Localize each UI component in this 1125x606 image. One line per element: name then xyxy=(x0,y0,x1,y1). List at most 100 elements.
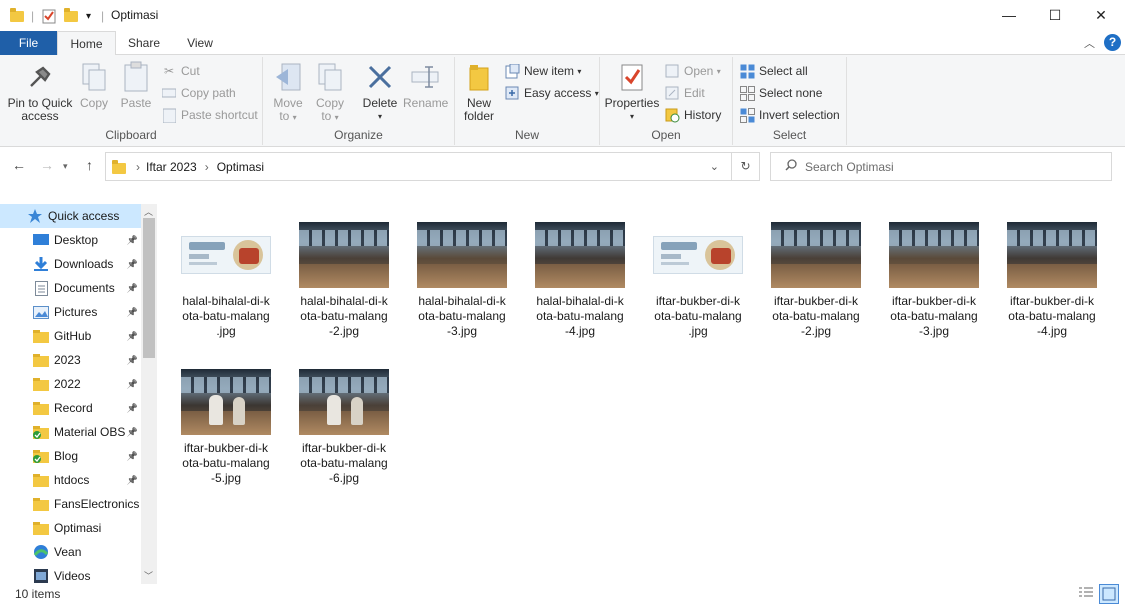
file-name: iftar-bukber-di-k ota-batu-malang .jpg xyxy=(647,294,749,339)
download-icon xyxy=(33,256,49,272)
navigation-bar: ← → ▾ ↑ › Iftar 2023 › Optimasi ⌄ ↻ Sear… xyxy=(0,147,1125,187)
file-item[interactable]: iftar-bukber-di-k ota-batu-malang .jpg xyxy=(647,222,749,339)
history-icon xyxy=(664,107,680,123)
image-thumbnail xyxy=(299,369,389,435)
tab-share[interactable]: Share xyxy=(120,31,168,55)
history-button[interactable]: History xyxy=(664,105,721,125)
file-item[interactable]: iftar-bukber-di-k ota-batu-malang -4.jpg xyxy=(1001,222,1103,339)
file-item[interactable]: iftar-bukber-di-k ota-batu-malang -2.jpg xyxy=(765,222,867,339)
collapse-ribbon-icon[interactable]: ︿ xyxy=(1084,35,1095,51)
sidebar-item-optimasi[interactable]: Optimasi xyxy=(0,516,141,540)
rename-button[interactable]: Rename xyxy=(403,61,448,110)
sidebar-item-downloads[interactable]: Downloads 📌 xyxy=(0,252,141,276)
select-all-icon xyxy=(739,63,755,79)
tab-view[interactable]: View xyxy=(176,31,224,55)
image-thumbnail xyxy=(653,222,743,288)
invert-selection-button[interactable]: Invert selection xyxy=(739,105,840,125)
breadcrumb-item[interactable]: Iftar 2023 xyxy=(146,160,197,174)
forward-arrow-icon[interactable]: → xyxy=(40,157,54,173)
file-name-line: iftar-bukber-di-k xyxy=(183,441,269,455)
open-button[interactable]: Open ▾ xyxy=(664,61,721,81)
file-item[interactable]: iftar-bukber-di-k ota-batu-malang -6.jpg xyxy=(293,369,395,486)
paste-shortcut-button[interactable]: Paste shortcut xyxy=(161,105,258,125)
folder-icon xyxy=(33,376,49,392)
properties-quick-icon[interactable] xyxy=(41,7,57,25)
up-arrow-icon[interactable]: ↑ xyxy=(86,157,93,173)
address-bar[interactable]: › Iftar 2023 › Optimasi ⌄ ↻ xyxy=(105,152,760,181)
large-icons-view-icon[interactable] xyxy=(1099,584,1119,604)
sidebar-item-desktop[interactable]: Desktop 📌 xyxy=(0,228,141,252)
edit-button[interactable]: Edit xyxy=(664,83,705,103)
sidebar-item-2023[interactable]: 2023 📌 xyxy=(0,348,141,372)
sidebar-item-blog[interactable]: Blog 📌 xyxy=(0,444,141,468)
customize-quick-access-icon[interactable]: ▾ xyxy=(86,7,91,25)
new-folder-quick-icon[interactable] xyxy=(64,7,78,25)
properties-button[interactable]: Properties ▾ xyxy=(604,61,660,123)
navigation-pane-scrollbar[interactable]: ︿ ﹀ xyxy=(141,204,157,584)
back-arrow-icon[interactable]: ← xyxy=(12,157,26,173)
scroll-down-icon[interactable]: ﹀ xyxy=(144,569,153,582)
delete-button[interactable]: Delete ▾ xyxy=(360,61,400,123)
select-none-button[interactable]: Select none xyxy=(739,83,822,103)
file-item[interactable]: halal-bihalal-di-k ota-batu-malang .jpg xyxy=(175,222,277,339)
help-icon[interactable]: ? xyxy=(1104,34,1121,51)
file-item[interactable]: halal-bihalal-di-k ota-batu-malang -2.jpg xyxy=(293,222,395,339)
file-item[interactable]: halal-bihalal-di-k ota-batu-malang -4.jpg xyxy=(529,222,631,339)
scrollbar-thumb[interactable] xyxy=(143,218,155,358)
separator: | xyxy=(101,9,105,23)
tab-home[interactable]: Home xyxy=(57,31,116,56)
breadcrumb-item[interactable]: Optimasi xyxy=(217,160,264,174)
file-name-line: .jpg xyxy=(216,324,236,338)
new-item-button[interactable]: New item ▾ xyxy=(504,61,581,81)
select-all-button[interactable]: Select all xyxy=(739,61,808,81)
sidebar-item-fanselectronics[interactable]: FansElectronics xyxy=(0,492,141,516)
image-thumbnail xyxy=(1007,222,1097,288)
sidebar-item-htdocs[interactable]: htdocs 📌 xyxy=(0,468,141,492)
sidebar-item-material-obs[interactable]: Material OBS 📌 xyxy=(0,420,141,444)
address-dropdown-icon[interactable]: ⌄ xyxy=(710,160,719,173)
dropdown-arrow-icon: ▾ xyxy=(629,112,634,121)
sidebar-item-documents[interactable]: Documents 📌 xyxy=(0,276,141,300)
paste-button[interactable]: Paste xyxy=(117,61,155,110)
sidebar-item-record[interactable]: Record 📌 xyxy=(0,396,141,420)
close-button[interactable]: ✕ xyxy=(1078,0,1124,30)
organize-group-label: Organize xyxy=(334,128,383,142)
sidebar-item-github[interactable]: GitHub 📌 xyxy=(0,324,141,348)
open-group-label: Open xyxy=(651,128,681,142)
cut-button[interactable]: ✂ Cut xyxy=(161,61,200,81)
dropdown-arrow-icon: ▾ xyxy=(594,88,599,98)
pin-icon: 📌 xyxy=(126,306,138,317)
sidebar-item-videos[interactable]: Videos xyxy=(0,564,141,584)
sidebar-item-pictures[interactable]: Pictures 📌 xyxy=(0,300,141,324)
scroll-up-icon[interactable]: ︿ xyxy=(144,205,153,218)
file-item[interactable]: halal-bihalal-di-k ota-batu-malang -3.jpg xyxy=(411,222,513,339)
tab-file[interactable]: File xyxy=(0,31,57,55)
sidebar-item-2022[interactable]: 2022 📌 xyxy=(0,372,141,396)
select-group: Select all Select none Invert selection … xyxy=(733,57,847,145)
easy-access-icon xyxy=(504,85,520,101)
recent-locations-icon[interactable]: ▾ xyxy=(63,161,68,172)
sidebar-item-vean[interactable]: Vean xyxy=(0,540,141,564)
copy-path-button[interactable]: Copy path xyxy=(161,83,236,103)
sidebar-item-quick-access[interactable]: Quick access xyxy=(0,204,141,228)
file-item[interactable]: iftar-bukber-di-k ota-batu-malang -5.jpg xyxy=(175,369,277,486)
image-thumbnail xyxy=(181,369,271,435)
easy-access-button[interactable]: Easy access ▾ xyxy=(504,83,599,103)
search-box[interactable]: Search Optimasi xyxy=(770,152,1112,181)
new-folder-button[interactable]: New folder xyxy=(459,61,499,123)
file-name: iftar-bukber-di-k ota-batu-malang -4.jpg xyxy=(1001,294,1103,339)
copy-to-button[interactable]: Copy to ▾ xyxy=(311,61,349,124)
paste-icon xyxy=(120,61,152,93)
delete-icon xyxy=(364,61,396,93)
details-view-icon[interactable] xyxy=(1078,586,1096,602)
copy-button[interactable]: Copy xyxy=(76,61,112,110)
folder-icon xyxy=(33,352,49,368)
refresh-icon[interactable]: ↻ xyxy=(731,153,759,180)
minimize-button[interactable]: — xyxy=(986,0,1032,30)
maximize-button[interactable]: ☐ xyxy=(1032,0,1078,30)
ribbon: Pin to Quick access Copy Paste ✂ Cut Copy… xyxy=(0,55,1125,147)
copy-path-label: Copy path xyxy=(181,86,236,100)
file-item[interactable]: iftar-bukber-di-k ota-batu-malang -3.jpg xyxy=(883,222,985,339)
move-to-button[interactable]: Move to ▾ xyxy=(269,61,307,124)
pin-to-quick-access-button[interactable]: Pin to Quick access xyxy=(4,61,76,123)
